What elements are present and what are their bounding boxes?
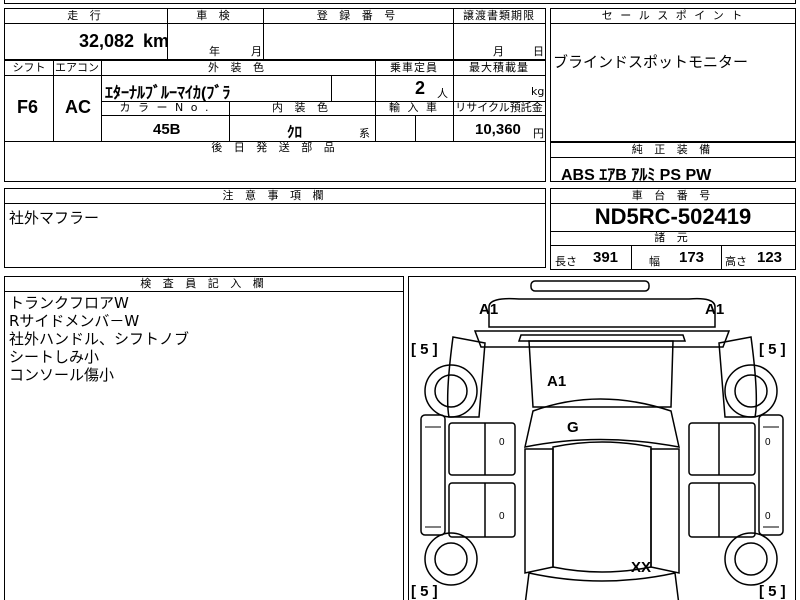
genuine-equipment-value: ABS ｴｱB ｱﾙﾐ PS PW: [561, 167, 712, 184]
color-no-value: 45B: [153, 121, 181, 138]
width-value: 173: [679, 249, 705, 266]
sales-point-header: セ ー ル ス ポ イ ン ト: [601, 9, 745, 22]
shift-header: シフト: [12, 61, 46, 74]
inspector-line-3: 社外ハンドル、シフトノブ: [9, 330, 190, 348]
vehicle-spec-box: シフト エアコン 外 装 色 乗車定員 最大積載量 F6 AC ｴﾀｰﾅﾙﾌﾞﾙ…: [4, 60, 546, 156]
chassis-header: 車 台 番 号: [631, 189, 715, 202]
transfer-deadline-header: 譲渡書類期限: [463, 9, 535, 22]
load-unit: kg: [531, 85, 545, 98]
shift-value: F6: [17, 97, 39, 117]
color-no-header: カ ラ ー N o .: [119, 101, 211, 114]
notes-box: 注 意 事 項 欄 社外マフラー: [4, 188, 546, 268]
notes-header: 注 意 事 項 欄: [222, 189, 328, 202]
height-value: 123: [757, 249, 783, 266]
genuine-equipment-header: 純 正 装 備: [631, 143, 715, 156]
inspector-box: 検 査 員 記 入 欄 トランクフロアW Rサイドメンバ－W 社外ハンドル、シフ…: [4, 276, 404, 600]
inspector-line-2: Rサイドメンバ－W: [9, 312, 140, 330]
inspection-month: 月: [251, 45, 262, 58]
tire-depth-front-left: [ 5 ]: [411, 341, 438, 358]
recycle-header: リサイクル預託金: [455, 101, 543, 114]
later-parts-box: [4, 155, 546, 182]
door-mark-rear-left: 0: [499, 511, 505, 522]
damage-front-right-label: A1: [705, 301, 725, 318]
mileage-header: 走 行: [67, 9, 105, 22]
top-strip: [4, 0, 796, 4]
inspection-year: 年: [209, 45, 220, 58]
interior-color-header: 内 装 色: [272, 101, 332, 114]
door-mark-front-left: 0: [499, 437, 505, 448]
max-load-header: 最大積載量: [469, 61, 529, 74]
interior-color-suffix: 系: [359, 127, 370, 140]
mileage-value: 32,082: [79, 31, 135, 51]
ac-value: AC: [65, 97, 91, 117]
inspector-line-5: コンソール傷小: [9, 366, 115, 384]
chassis-value: ND5RC-502419: [594, 204, 752, 229]
specs-header: 諸 元: [654, 231, 692, 244]
later-parts-header: 後 日 発 送 部 品: [211, 141, 339, 154]
interior-color-value: ｸﾛ: [287, 124, 303, 141]
sales-point-text: ブラインドスポットモニター: [553, 53, 749, 71]
notes-text: 社外マフラー: [9, 209, 100, 227]
genuine-equipment-box: 純 正 装 備 ABS ｴｱB ｱﾙﾐ PS PW: [550, 142, 796, 184]
damage-windshield-label: G: [567, 419, 579, 436]
recycle-unit: 円: [533, 127, 544, 140]
height-label: 高さ: [725, 255, 747, 268]
transfer-month: 月: [493, 45, 504, 58]
length-label: 長さ: [555, 255, 577, 268]
sales-point-box: セ ー ル ス ポ イ ン ト ブラインドスポットモニター: [550, 8, 796, 142]
capacity-header: 乗車定員: [390, 61, 438, 74]
damage-hood-label: A1: [547, 373, 567, 390]
mileage-unit: km: [143, 31, 170, 51]
inspector-line-1: トランクフロアW: [9, 294, 129, 312]
tire-depth-rear-left: [ 5 ]: [411, 583, 438, 600]
inspection-header: 車 検: [196, 9, 234, 22]
inspector-line-4: シートしみ小: [9, 348, 100, 366]
capacity-unit: 人: [437, 87, 448, 100]
registration-header: 登 録 番 号: [316, 9, 400, 22]
transfer-day: 日: [533, 45, 544, 58]
damage-front-left-label: A1: [479, 301, 499, 318]
damage-trunk-label: XX: [631, 559, 652, 576]
ac-header: エアコン: [55, 61, 99, 74]
door-mark-front-right: 0: [765, 437, 771, 448]
tire-depth-rear-right: [ 5 ]: [759, 583, 786, 600]
tire-depth-front-right: [ 5 ]: [759, 341, 786, 358]
inspector-header: 検 査 員 記 入 欄: [140, 277, 268, 290]
car-diagram-box: A1 A1 A1 G XX [ 5 ] [ 5 ] [ 5 ] [ 5 ] 0 …: [408, 276, 796, 600]
door-mark-rear-right: 0: [765, 511, 771, 522]
import-header: 輸 入 車: [389, 101, 439, 114]
width-label: 幅: [649, 255, 660, 268]
recycle-value: 10,360: [475, 121, 521, 138]
chassis-box: 車 台 番 号 ND5RC-502419 諸 元 長さ 391 幅 173 高さ…: [550, 188, 796, 270]
car-outline-diagram: [420, 280, 784, 600]
exterior-color-value: ｴﾀｰﾅﾙﾌﾞﾙｰﾏｲｶ(ﾌﾞﾗ: [105, 85, 231, 102]
vehicle-basic-info-box: 走 行 車 検 登 録 番 号 譲渡書類期限 32,082 km 年 月 月 日: [4, 8, 546, 60]
exterior-color-header: 外 装 色: [208, 61, 268, 74]
capacity-value: 2: [415, 78, 426, 98]
length-value: 391: [593, 249, 619, 266]
